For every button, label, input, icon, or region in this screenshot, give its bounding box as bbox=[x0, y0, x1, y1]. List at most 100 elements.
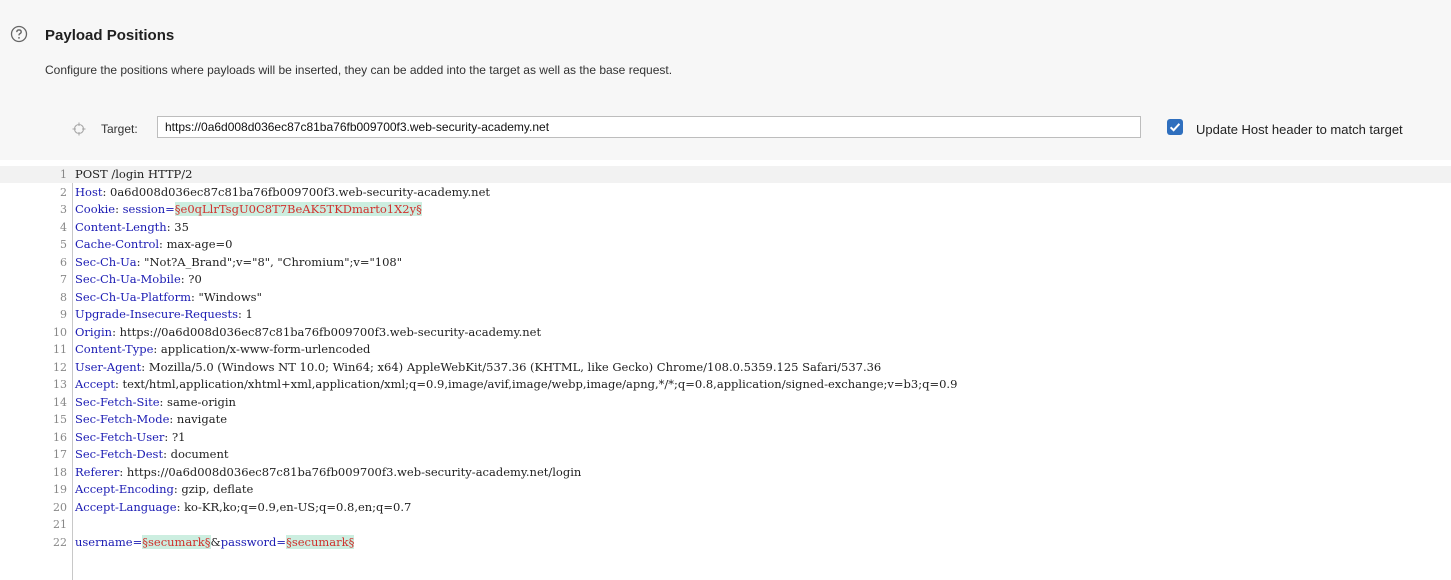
line-number: 22 bbox=[53, 535, 67, 549]
request-line[interactable]: 17 Sec-Fetch-Dest: document bbox=[0, 446, 1451, 463]
request-line[interactable]: 4 Content-Length: 35 bbox=[0, 219, 1451, 236]
line-content: Sec-Ch-Ua-Mobile: ?0 bbox=[75, 271, 202, 288]
header-value: : max-age=0 bbox=[159, 237, 233, 251]
header-value: POST /login HTTP/2 bbox=[75, 167, 193, 181]
line-content: Sec-Fetch-User: ?1 bbox=[75, 429, 185, 446]
header-value: : same-origin bbox=[159, 394, 236, 409]
request-line[interactable]: 1 POST /login HTTP/2 bbox=[0, 166, 1451, 183]
line-number: 16 bbox=[53, 430, 67, 444]
header-value: : gzip, deflate bbox=[173, 482, 254, 496]
request-line[interactable]: 15 Sec-Fetch-Mode: navigate bbox=[0, 411, 1451, 428]
line-number: 2 bbox=[60, 185, 67, 199]
line-content: Sec-Fetch-Site: same-origin bbox=[75, 394, 236, 411]
line-number: 7 bbox=[60, 273, 67, 286]
header-name: Content-Length bbox=[75, 219, 167, 234]
header-name: Content-Type bbox=[75, 342, 154, 356]
line-number: 18 bbox=[53, 465, 67, 479]
request-line[interactable]: 20 Accept-Language: ko-KR,ko;q=0.9,en-US;… bbox=[0, 499, 1451, 516]
request-line[interactable]: 2 Host: 0a6d008d036ec87c81ba76fb009700f3.… bbox=[0, 184, 1451, 201]
request-line[interactable]: 12 User-Agent: Mozilla/5.0 (Windows NT 10… bbox=[0, 359, 1451, 376]
header-value: : 35 bbox=[166, 219, 189, 234]
header-name: Upgrade-Insecure-Requests bbox=[75, 307, 238, 321]
request-line[interactable]: 21 bbox=[0, 516, 1451, 533]
request-line[interactable]: 16 Sec-Fetch-User: ?1 bbox=[0, 429, 1451, 446]
line-number: 11 bbox=[53, 343, 67, 356]
request-line[interactable]: 19 Accept-Encoding: gzip, deflate bbox=[0, 481, 1451, 498]
header-value: : document bbox=[163, 447, 229, 461]
header-value: : bbox=[115, 202, 123, 216]
target-url-input[interactable] bbox=[157, 116, 1141, 138]
request-line[interactable]: 22 username=§secumark§&password=§secumark… bbox=[0, 534, 1451, 551]
line-content: Referer: https://0a6d008d036ec87c81ba76f… bbox=[75, 464, 581, 481]
header-name: Referer bbox=[75, 464, 120, 479]
request-line[interactable]: 6 Sec-Ch-Ua: "Not?A_Brand";v="8", "Chromi… bbox=[0, 254, 1451, 271]
payload-positions-panel: Payload Positions Configure the position… bbox=[0, 0, 1451, 160]
line-number: 1 bbox=[60, 168, 67, 181]
request-line[interactable]: 3 Cookie: session=§e0qLlrTsgU0C8T7BeAK5TK… bbox=[0, 201, 1451, 218]
header-value: : ?0 bbox=[180, 272, 202, 286]
request-line[interactable]: 13 Accept: text/html,application/xhtml+xm… bbox=[0, 376, 1451, 393]
header-value: : ?1 bbox=[164, 429, 186, 444]
line-number: 10 bbox=[53, 325, 67, 339]
section-description: Configure the positions where payloads w… bbox=[45, 63, 673, 77]
header-name: Sec-Fetch-Site bbox=[75, 394, 160, 409]
update-host-label[interactable]: Update Host header to match target bbox=[1196, 122, 1403, 137]
header-name: Sec-Fetch-User bbox=[75, 429, 165, 444]
help-icon[interactable] bbox=[10, 25, 28, 43]
line-number: 3 bbox=[60, 203, 67, 216]
line-content: Accept-Language: ko-KR,ko;q=0.9,en-US;q=… bbox=[75, 499, 411, 516]
line-content: Host: 0a6d008d036ec87c81ba76fb009700f3.w… bbox=[75, 184, 490, 201]
line-content: username=§secumark§&password=§secumark§ bbox=[75, 534, 355, 551]
header-value: : "Windows" bbox=[191, 289, 262, 304]
header-name: Sec-Ch-Ua-Platform bbox=[75, 289, 192, 304]
line-content: User-Agent: Mozilla/5.0 (Windows NT 10.0… bbox=[75, 359, 881, 376]
request-line[interactable]: 9 Upgrade-Insecure-Requests: 1 bbox=[0, 306, 1451, 323]
line-number: 15 bbox=[53, 413, 67, 426]
target-label: Target: bbox=[101, 122, 138, 136]
line-number: 5 bbox=[60, 238, 67, 251]
update-host-checkbox[interactable] bbox=[1167, 119, 1183, 135]
header-name: Cookie bbox=[75, 202, 116, 216]
header-name: Cache-Control bbox=[75, 237, 160, 251]
line-number: 17 bbox=[53, 448, 67, 461]
request-line[interactable]: 18 Referer: https://0a6d008d036ec87c81ba7… bbox=[0, 464, 1451, 481]
request-line[interactable]: 10 Origin: https://0a6d008d036ec87c81ba76… bbox=[0, 324, 1451, 341]
header-value: : Mozilla/5.0 (Windows NT 10.0; Win64; x… bbox=[141, 359, 882, 374]
header-name: Host bbox=[75, 184, 103, 199]
line-number: 13 bbox=[53, 378, 67, 391]
header-name: Accept-Encoding bbox=[75, 482, 174, 496]
line-content: Cookie: session=§e0qLlrTsgU0C8T7BeAK5TKD… bbox=[75, 201, 422, 218]
header-name: Accept-Language bbox=[75, 499, 177, 514]
checkmark-icon bbox=[1169, 123, 1181, 132]
payload-marker[interactable]: §secumark§ bbox=[142, 534, 211, 549]
payload-marker[interactable]: §e0qLlrTsgU0C8T7BeAK5TKDmarto1X2y§ bbox=[174, 202, 422, 216]
request-editor[interactable]: 1 POST /login HTTP/2 2 Host: 0a6d008d036ec8… bbox=[0, 166, 1451, 580]
line-content: Sec-Fetch-Mode: navigate bbox=[75, 411, 227, 428]
header-name: Sec-Ch-Ua-Mobile bbox=[75, 272, 181, 286]
line-number: 14 bbox=[53, 395, 67, 409]
line-content: Content-Type: application/x-www-form-url… bbox=[75, 341, 370, 358]
line-number: 8 bbox=[60, 290, 67, 304]
payload-marker[interactable]: §secumark§ bbox=[286, 534, 355, 549]
request-line[interactable]: 14 Sec-Fetch-Site: same-origin bbox=[0, 394, 1451, 411]
header-value: : https://0a6d008d036ec87c81ba76fb009700… bbox=[112, 324, 542, 339]
line-content: Upgrade-Insecure-Requests: 1 bbox=[75, 306, 253, 323]
line-content: Accept-Encoding: gzip, deflate bbox=[75, 481, 253, 498]
request-line[interactable]: 5 Cache-Control: max-age=0 bbox=[0, 236, 1451, 253]
section-title: Payload Positions bbox=[45, 27, 175, 44]
header-value: : https://0a6d008d036ec87c81ba76fb009700… bbox=[119, 464, 582, 479]
request-line[interactable]: 8 Sec-Ch-Ua-Platform: "Windows" bbox=[0, 289, 1451, 306]
header-name: Sec-Fetch-Mode bbox=[75, 412, 170, 426]
header-value: : navigate bbox=[169, 412, 228, 426]
line-number: 21 bbox=[53, 518, 67, 531]
line-content: Sec-Fetch-Dest: document bbox=[75, 446, 228, 463]
request-line[interactable]: 7 Sec-Ch-Ua-Mobile: ?0 bbox=[0, 271, 1451, 288]
header-name: Origin bbox=[75, 324, 113, 339]
line-number: 9 bbox=[60, 308, 67, 321]
line-number: 4 bbox=[60, 220, 67, 234]
header-value: : text/html,application/xhtml+xml,applic… bbox=[114, 377, 958, 391]
line-content: Cache-Control: max-age=0 bbox=[75, 236, 232, 253]
line-content: Accept: text/html,application/xhtml+xml,… bbox=[75, 376, 957, 393]
header-name: Sec-Ch-Ua bbox=[75, 254, 137, 269]
request-line[interactable]: 11 Content-Type: application/x-www-form-u… bbox=[0, 341, 1451, 358]
